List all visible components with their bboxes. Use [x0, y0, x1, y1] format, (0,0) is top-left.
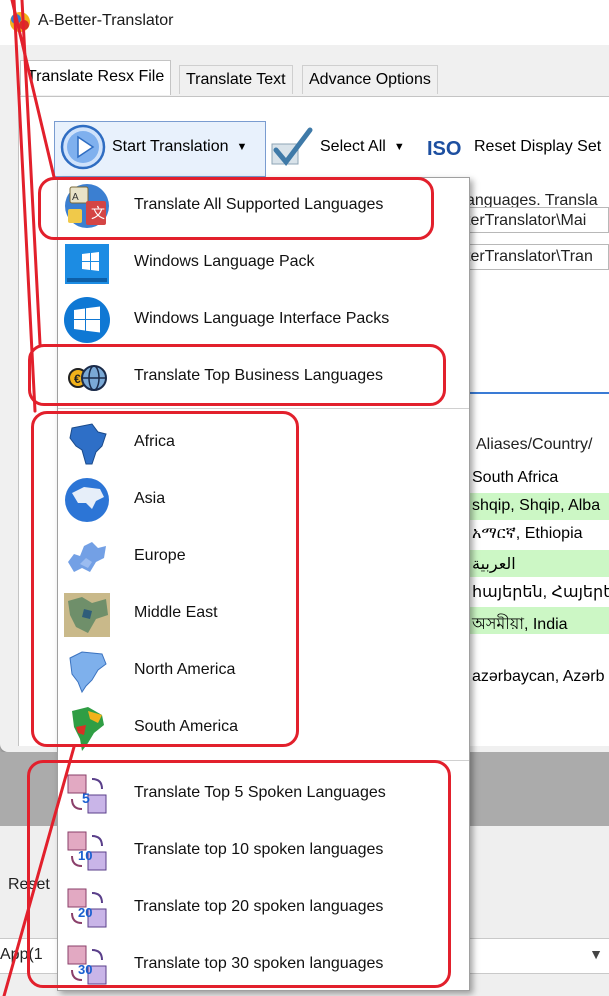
- menu-item-windows-interface-packs[interactable]: Windows Language Interface Packs: [58, 291, 469, 348]
- menu-item-label: Translate top 20 spoken languages: [134, 898, 384, 915]
- menu-item-label: Asia: [134, 490, 166, 507]
- table-row[interactable]: azərbaycan, Azərb: [472, 664, 609, 691]
- menu-item-label: Translate Top Business Languages: [134, 367, 384, 384]
- menu-item-label: Windows Language Interface Packs: [134, 310, 390, 327]
- menu-item-label: North America: [134, 661, 236, 678]
- chevron-down-icon[interactable]: ▼: [589, 946, 603, 962]
- svg-text:€: €: [74, 372, 81, 386]
- table-row[interactable]: অসমীয়া, India: [462, 607, 609, 634]
- grid-header: Aliases/Country/: [476, 436, 593, 453]
- app-combo-text: App(1: [0, 946, 43, 963]
- table-row[interactable]: հայերեն, Հայերե: [472, 578, 609, 605]
- reset-display-label: Reset Display Set: [474, 138, 602, 155]
- menu-item-label: South America: [134, 718, 239, 735]
- chevron-down-icon[interactable]: ▼: [394, 141, 405, 153]
- europe-map-icon: [68, 542, 106, 572]
- select-all-label: Select All: [320, 138, 386, 155]
- translate-abc-icon: A 文: [65, 184, 109, 228]
- chevron-down-icon[interactable]: ▼: [237, 141, 248, 153]
- checkmark-icon: [271, 127, 313, 167]
- menu-item-north-america[interactable]: North America: [58, 642, 469, 699]
- iso-icon: ISO: [427, 138, 461, 160]
- asia-map-icon: [65, 478, 109, 522]
- menu-item-asia[interactable]: Asia: [58, 471, 469, 528]
- menu-item-label: Middle East: [134, 604, 218, 621]
- menu-item-label: Translate Top 5 Spoken Languages: [134, 784, 386, 801]
- menu-item-label: Windows Language Pack: [134, 253, 315, 270]
- africa-map-icon: [69, 423, 107, 465]
- windows-logo-icon: [64, 297, 110, 343]
- svg-text:A: A: [72, 192, 79, 203]
- menu-item-label: Translate top 30 spoken languages: [134, 955, 384, 972]
- business-globe-icon: €: [68, 365, 107, 391]
- reset-label: Reset: [8, 876, 50, 893]
- menu-separator: [58, 408, 469, 409]
- tab-strip: Translate Resx File Translate Text Advan…: [0, 45, 609, 97]
- svg-text:10: 10: [78, 848, 92, 863]
- menu-item-label: Translate top 10 spoken languages: [134, 841, 384, 858]
- menu-item-windows-language-pack[interactable]: Windows Language Pack: [58, 234, 469, 291]
- menu-item-top-business[interactable]: € Translate Top Business Languages: [58, 348, 469, 405]
- north-america-map-icon: [69, 651, 107, 694]
- menu-item-label: Translate All Supported Languages: [134, 196, 384, 213]
- menu-separator: [58, 760, 469, 761]
- svg-text:20: 20: [78, 905, 92, 920]
- svg-text:30: 30: [78, 962, 92, 977]
- svg-text:5: 5: [82, 790, 90, 806]
- top-20-icon: 20: [67, 888, 107, 928]
- south-america-map-icon: [72, 707, 104, 751]
- top-10-icon: 10: [67, 831, 107, 871]
- play-icon: [60, 124, 106, 170]
- table-row[interactable]: [472, 635, 609, 662]
- menu-item-africa[interactable]: Africa: [58, 414, 469, 471]
- menu-item-label: Africa: [134, 433, 175, 450]
- start-translation-label: Start Translation: [112, 138, 229, 155]
- window-title: A-Better-Translator: [38, 12, 174, 29]
- windows-icon: [65, 244, 109, 284]
- select-all-button[interactable]: Select All ▼: [268, 118, 405, 176]
- menu-item-top-5[interactable]: 5 Translate Top 5 Spoken Languages: [58, 765, 469, 822]
- app-logo-icon: [10, 12, 30, 32]
- start-translation-button[interactable]: Start Translation ▼: [60, 118, 247, 176]
- reset-display-button[interactable]: ISO Reset Display Set: [426, 118, 601, 176]
- table-row[interactable]: South Africa: [472, 465, 609, 492]
- table-row[interactable]: shqip, Shqip, Alba: [462, 493, 609, 520]
- menu-item-top-30[interactable]: 30 Translate top 30 spoken languages: [58, 936, 469, 993]
- menu-item-south-america[interactable]: South America: [58, 699, 469, 756]
- top-5-icon: 5: [67, 774, 107, 814]
- path-field-2-text: terTranslator\Tran: [466, 248, 593, 265]
- middle-east-map-icon: [64, 593, 110, 637]
- svg-text:ISO: ISO: [427, 138, 461, 160]
- menu-item-label: Europe: [134, 547, 186, 564]
- tab-translate-resx-file[interactable]: Translate Resx File: [20, 60, 172, 95]
- menu-item-middle-east[interactable]: Middle East: [58, 585, 469, 642]
- svg-text:文: 文: [91, 205, 105, 221]
- tab-translate-text[interactable]: Translate Text: [179, 65, 293, 94]
- menu-item-top-10[interactable]: 10 Translate top 10 spoken languages: [58, 822, 469, 879]
- table-row[interactable]: العربية: [462, 550, 609, 577]
- menu-item-top-20[interactable]: 20 Translate top 20 spoken languages: [58, 879, 469, 936]
- menu-item-translate-all[interactable]: A 文 Translate All Supported Languages: [58, 177, 469, 234]
- title-bar: A-Better-Translator: [0, 0, 609, 45]
- table-row[interactable]: አማርኛ, Ethiopia: [472, 521, 609, 548]
- top-30-icon: 30: [67, 945, 107, 985]
- menu-item-europe[interactable]: Europe: [58, 528, 469, 585]
- tab-advance-options[interactable]: Advance Options: [302, 65, 438, 94]
- path-field-1-text: terTranslator\Mai: [466, 212, 587, 229]
